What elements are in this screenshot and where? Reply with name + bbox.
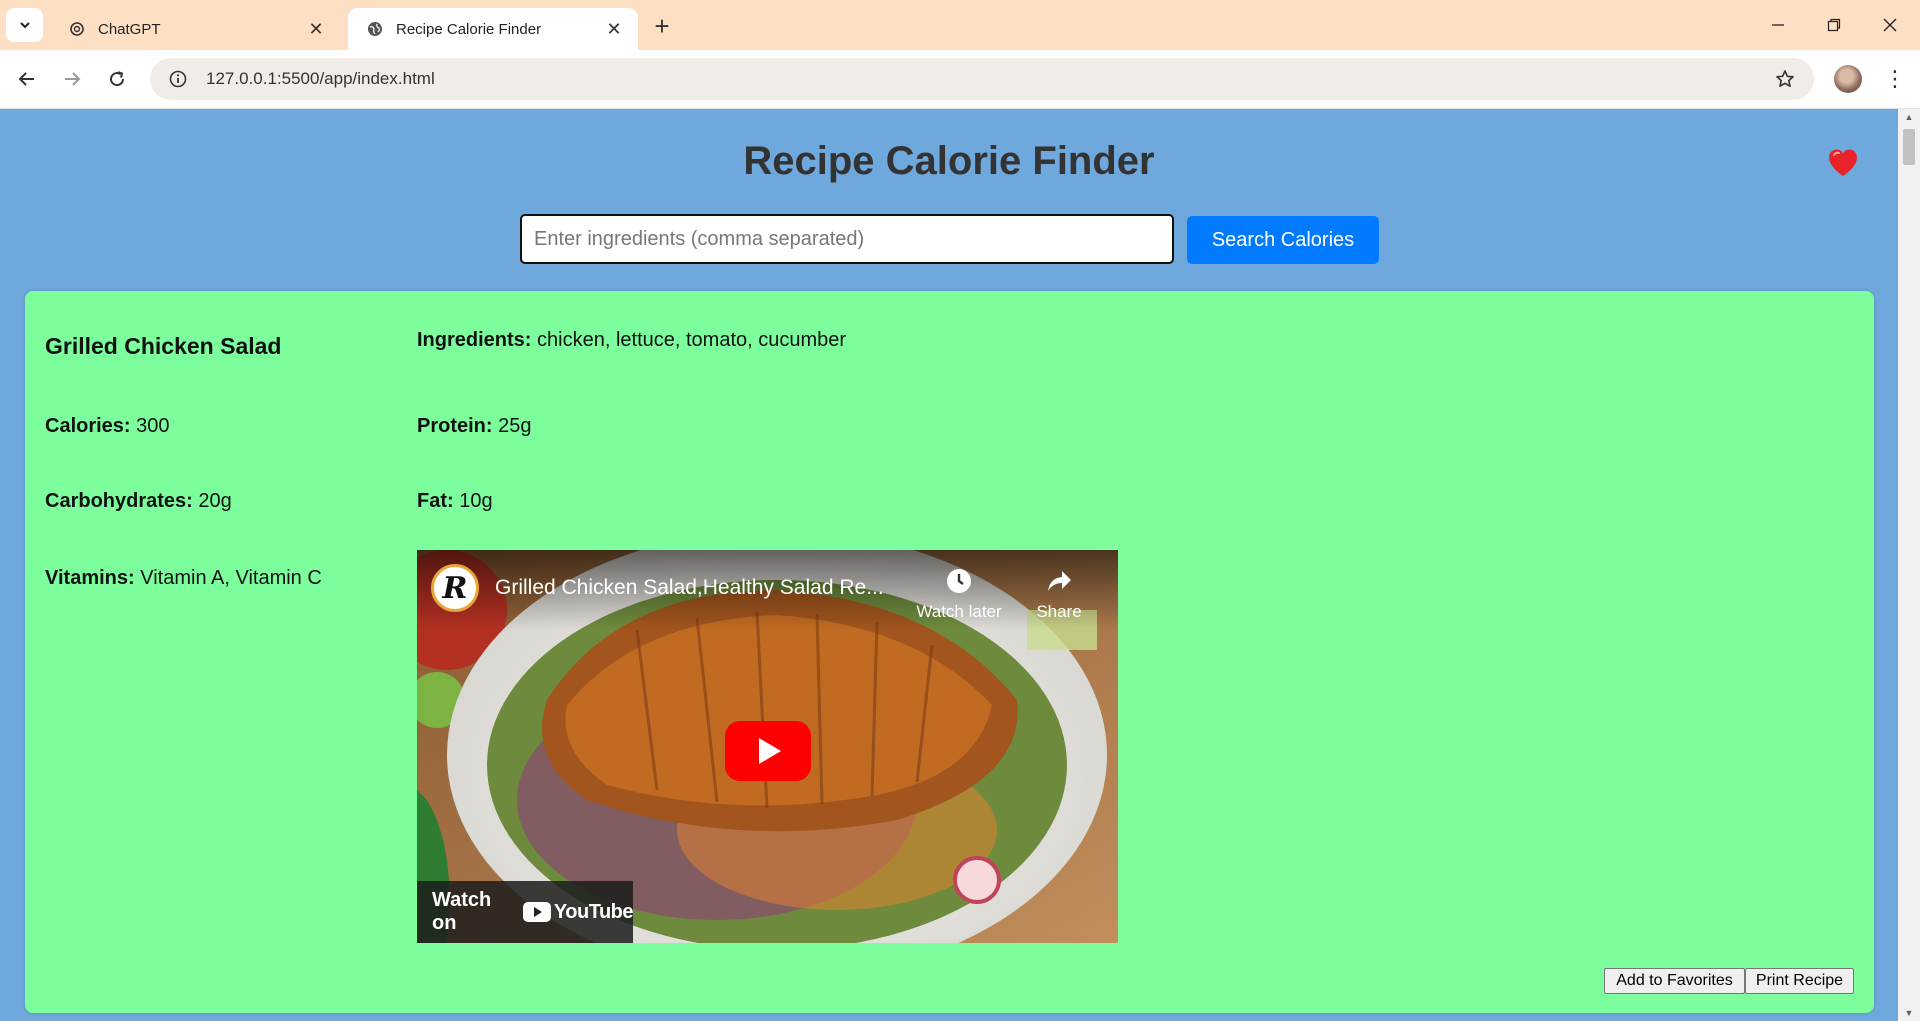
profile-avatar[interactable]	[1834, 65, 1862, 93]
clock-icon	[911, 564, 1007, 598]
watch-on-youtube-button[interactable]: Watch on YouTube	[417, 881, 634, 943]
address-bar[interactable]: 127.0.0.1:5500/app/index.html	[150, 58, 1814, 100]
video-title[interactable]: Grilled Chicken Salad,Healthy Salad Re..…	[495, 576, 884, 600]
reload-icon	[110, 71, 125, 87]
restore-icon	[1827, 18, 1841, 32]
fat-label: Fat:	[417, 490, 454, 512]
vitamins-label: Vitamins:	[45, 567, 135, 589]
heart-icon[interactable]	[1826, 146, 1860, 180]
calories-value: 300	[136, 415, 170, 437]
play-button-icon[interactable]	[725, 721, 811, 781]
ingredients-search-input[interactable]	[520, 214, 1174, 264]
forward-button[interactable]	[55, 62, 89, 96]
youtube-play-icon	[522, 902, 551, 922]
tab-chatgpt[interactable]: ChatGPT ✕	[50, 8, 340, 50]
calories-label: Calories:	[45, 415, 131, 437]
arrow-right-icon	[65, 72, 81, 86]
browser-toolbar: 127.0.0.1:5500/app/index.html ⋮	[0, 50, 1920, 109]
channel-logo[interactable]: R	[431, 564, 479, 612]
url-text: 127.0.0.1:5500/app/index.html	[206, 69, 435, 88]
search-calories-button[interactable]: Search Calories	[1187, 216, 1379, 264]
watch-later-button[interactable]: Watch later	[911, 564, 1007, 622]
youtube-video-embed[interactable]: R Grilled Chicken Salad,Healthy Salad Re…	[417, 550, 1118, 943]
protein-value: 25g	[498, 415, 532, 437]
minimize-button[interactable]	[1750, 0, 1806, 50]
ingredients-field: Ingredients: chicken, lettuce, tomato, c…	[417, 329, 846, 352]
watch-later-label: Watch later	[916, 602, 1002, 621]
ingredients-label: Ingredients:	[417, 329, 532, 351]
recipe-name: Grilled Chicken Salad	[45, 333, 282, 359]
youtube-logo: YouTube	[522, 900, 634, 924]
scroll-down-arrow-icon[interactable]: ▼	[1903, 1008, 1915, 1018]
scroll-up-arrow-icon[interactable]: ▲	[1903, 112, 1915, 122]
browser-menu-icon[interactable]: ⋮	[1880, 64, 1910, 94]
protein-field: Protein: 25g	[417, 415, 532, 438]
watch-on-label: Watch on	[432, 889, 492, 934]
share-icon	[1011, 564, 1107, 598]
tab-search-button[interactable]	[6, 8, 43, 42]
site-info-icon[interactable]	[158, 59, 198, 99]
page-scrollbar[interactable]: ▲ ▼	[1898, 109, 1920, 1021]
fat-value: 10g	[459, 490, 493, 512]
bookmark-star-icon[interactable]	[1772, 66, 1798, 92]
add-to-favorites-button[interactable]: Add to Favorites	[1604, 968, 1745, 994]
chevron-down-icon	[19, 22, 30, 29]
tab-title: ChatGPT	[98, 20, 161, 38]
carbohydrates-field: Carbohydrates: 20g	[45, 490, 232, 513]
chatgpt-logo-icon	[68, 20, 86, 38]
browser-tab-strip: ChatGPT ✕ Recipe Calorie Finder ✕ +	[0, 0, 1920, 50]
page-title: Recipe Calorie Finder	[743, 139, 1155, 183]
share-label: Share	[1036, 602, 1082, 621]
close-tab-icon[interactable]: ✕	[604, 19, 624, 39]
tab-title: Recipe Calorie Finder	[396, 20, 542, 38]
print-recipe-button[interactable]: Print Recipe	[1745, 968, 1854, 994]
vitamins-value: Vitamin A, Vitamin C	[140, 567, 322, 589]
close-window-button[interactable]	[1862, 0, 1918, 50]
close-tab-icon[interactable]: ✕	[306, 19, 326, 39]
share-button[interactable]: Share	[1011, 564, 1107, 622]
tab-recipe-calorie-finder[interactable]: Recipe Calorie Finder ✕	[348, 8, 638, 50]
arrow-left-icon	[18, 72, 34, 86]
carbohydrates-value: 20g	[198, 490, 232, 512]
reload-button[interactable]	[100, 62, 134, 96]
protein-label: Protein:	[417, 415, 493, 437]
back-button[interactable]	[10, 62, 44, 96]
globe-icon	[366, 20, 384, 38]
carbohydrates-label: Carbohydrates:	[45, 490, 193, 512]
close-icon	[1883, 18, 1897, 32]
page-viewport: Recipe Calorie Finder Search Calories Gr…	[0, 109, 1898, 1021]
youtube-wordmark: YouTube	[553, 900, 634, 923]
ingredients-value: chicken, lettuce, tomato, cucumber	[537, 329, 847, 351]
new-tab-button[interactable]: +	[648, 11, 676, 41]
restore-button[interactable]	[1806, 0, 1862, 50]
scrollbar-thumb[interactable]	[1903, 129, 1915, 165]
minimize-icon	[1772, 24, 1784, 26]
fat-field: Fat: 10g	[417, 490, 493, 513]
recipe-card: Grilled Chicken Salad Ingredients: chick…	[25, 291, 1874, 1013]
calories-field: Calories: 300	[45, 415, 170, 438]
vitamins-field: Vitamins: Vitamin A, Vitamin C	[45, 567, 322, 590]
